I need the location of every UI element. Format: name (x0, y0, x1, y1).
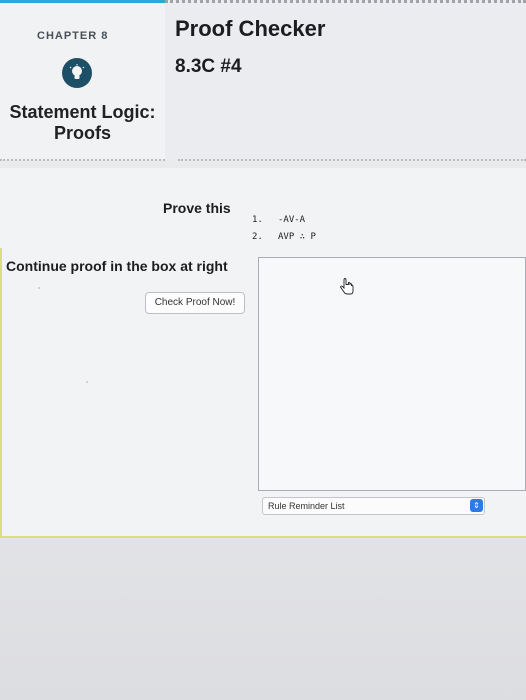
app-title: Proof Checker (175, 16, 326, 41)
stray-dot (86, 381, 88, 383)
proof-input-box[interactable] (258, 257, 526, 491)
premise-formula: AVP ∴ P (278, 232, 316, 242)
left-divider (0, 159, 165, 161)
section-title-line2: Proofs (53, 123, 111, 143)
check-proof-button[interactable]: Check Proof Now! (145, 292, 245, 314)
prove-this-label: Prove this (163, 200, 231, 216)
problem-id: 8.3C #4 (175, 56, 242, 77)
premise-formula: -AV-A (278, 215, 306, 225)
right-divider (178, 159, 526, 161)
stray-dot (38, 287, 40, 289)
premise-number: 1. (252, 215, 263, 225)
continue-proof-instruction: Continue proof in the box at right (6, 258, 228, 274)
hand-pointer-icon (338, 278, 356, 296)
premises-list: 1. -AV-A 2. AVP ∴ P (252, 212, 316, 246)
up-down-arrows-icon[interactable]: ⇕ (470, 499, 483, 512)
section-title: Statement Logic: Proofs (0, 102, 165, 144)
premise-number: 2. (252, 232, 263, 242)
rule-reminder-select[interactable]: Rule Reminder List (262, 497, 485, 515)
lightbulb-icon (62, 58, 92, 88)
premise-row: 1. -AV-A (252, 212, 316, 229)
section-title-line1: Statement Logic: (9, 102, 156, 122)
chapter-label: CHAPTER 8 (37, 30, 109, 42)
premise-row: 2. AVP ∴ P (252, 229, 316, 246)
